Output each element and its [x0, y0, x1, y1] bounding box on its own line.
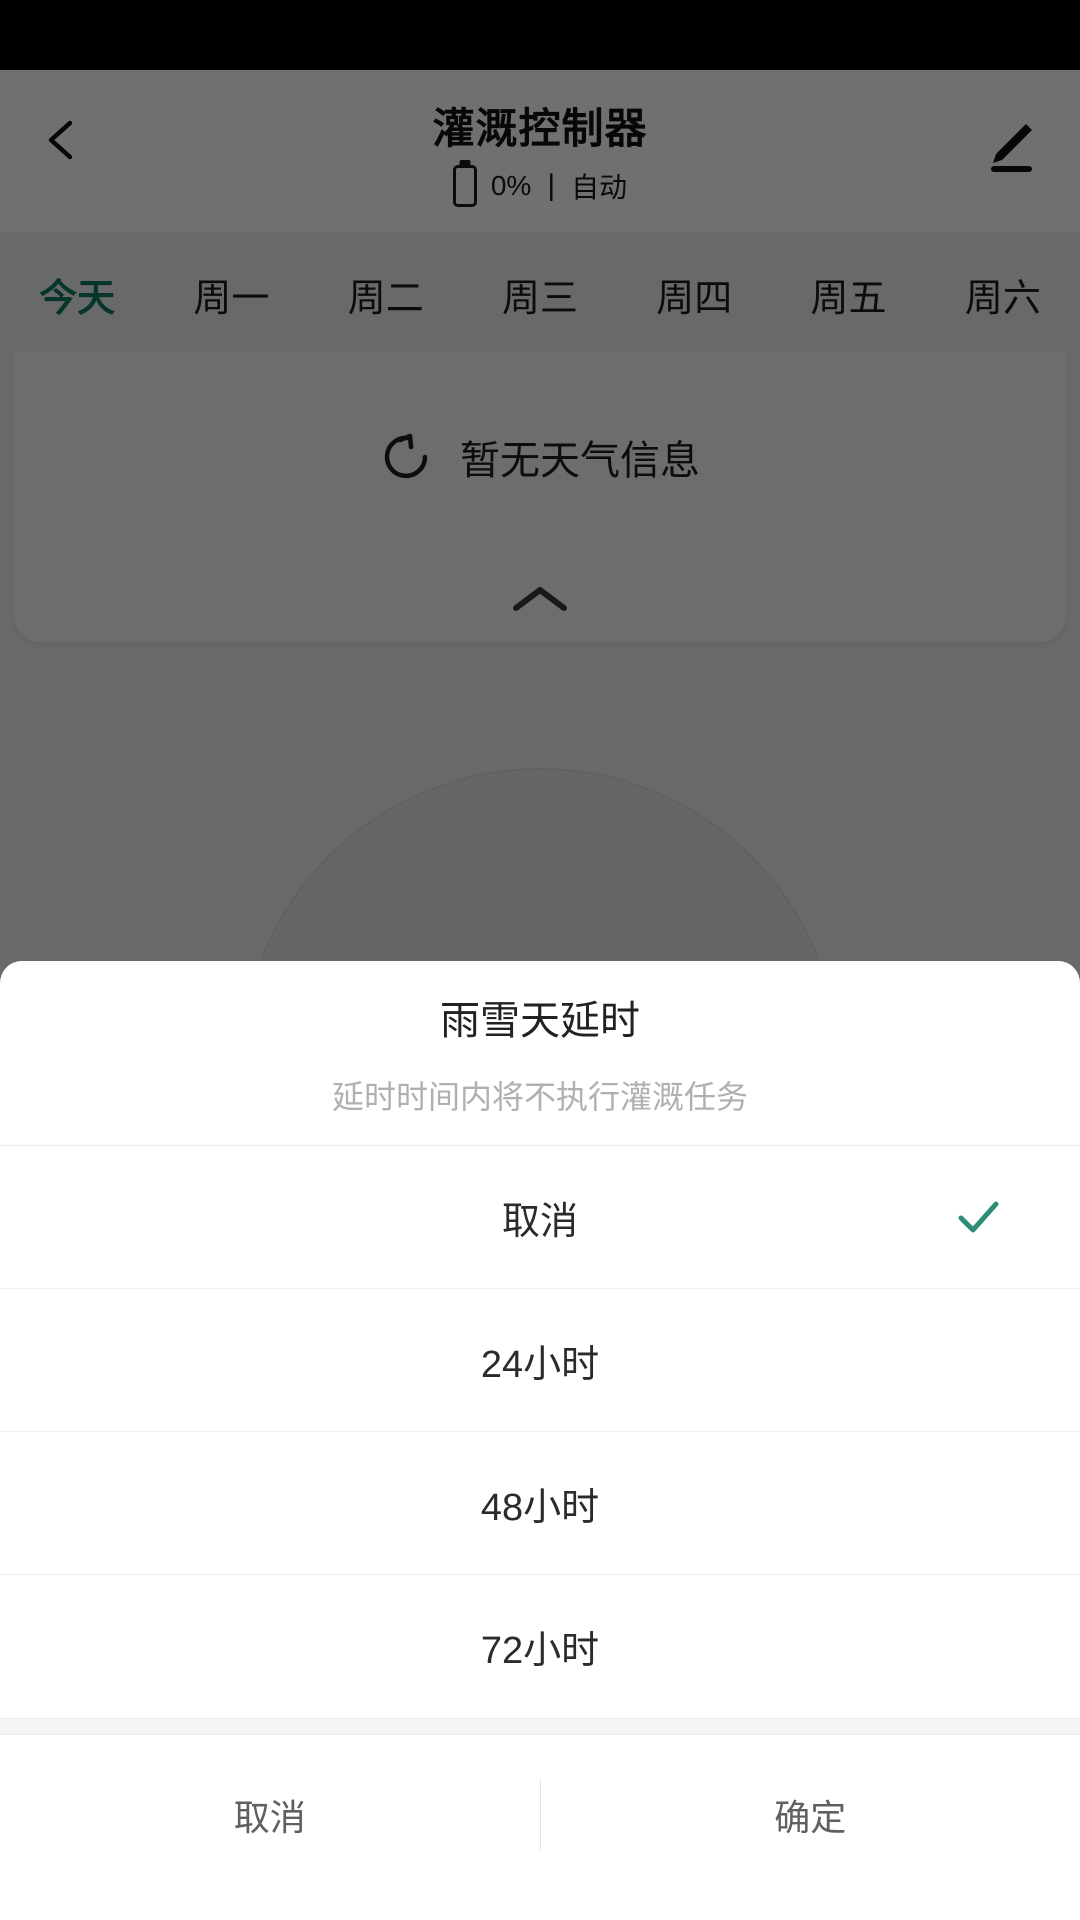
sheet-footer: 取消 确定 [0, 1735, 1080, 1895]
option-label: 48小时 [480, 1486, 600, 1529]
confirm-button[interactable]: 确定 [540, 1735, 1080, 1895]
rain-delay-bottom-sheet: 雨雪天延时 延时时间内将不执行灌溉任务 取消 24小时 48小时 72小时 取消… [0, 961, 1080, 1920]
cancel-button[interactable]: 取消 [0, 1735, 540, 1895]
option-row-3[interactable]: 72小时 [0, 1575, 1080, 1718]
sheet-header: 雨雪天延时 延时时间内将不执行灌溉任务 [0, 961, 1080, 1146]
option-row-2[interactable]: 48小时 [0, 1432, 1080, 1575]
option-row-0[interactable]: 取消 [0, 1146, 1080, 1289]
sheet-subtitle: 延时时间内将不执行灌溉任务 [331, 1079, 748, 1115]
status-bar [0, 0, 1080, 70]
sheet-title: 雨雪天延时 [440, 999, 640, 1043]
option-list: 取消 24小时 48小时 72小时 [0, 1146, 1080, 1718]
option-label: 24小时 [480, 1343, 600, 1386]
check-icon [954, 1193, 1002, 1241]
phone-screen: 灌溉控制器 0% | 自动 今天 周一 周二 周三 周四 周五 周六 [0, 0, 1080, 1920]
option-row-1[interactable]: 24小时 [0, 1289, 1080, 1432]
option-label: 72小时 [480, 1630, 600, 1672]
sheet-divider [0, 1718, 1080, 1735]
option-label: 取消 [501, 1200, 578, 1243]
